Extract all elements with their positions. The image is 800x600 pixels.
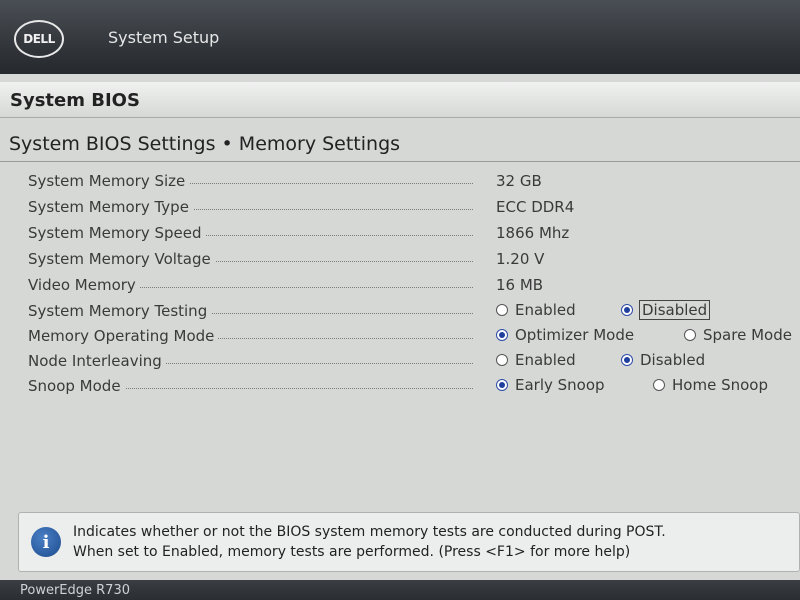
setting-value: 1866 Mhz [496, 224, 570, 242]
option-label: Early Snoop [515, 376, 605, 394]
operating-mode-optimizer-radio[interactable]: Optimizer Mode [496, 326, 634, 344]
app-title: System Setup [108, 28, 220, 47]
option-label: Disabled [638, 300, 711, 320]
setting-label: Video Memory [28, 276, 140, 294]
option-label: Disabled [640, 351, 706, 369]
memory-testing-disabled-radio[interactable]: Disabled [621, 300, 711, 320]
section-title: System BIOS [10, 90, 140, 111]
setting-label: Memory Operating Mode [28, 327, 219, 345]
operating-mode-spare-radio[interactable]: Spare Mode [684, 326, 792, 344]
dell-logo: DELL [14, 20, 64, 58]
setting-row-memory-size: System Memory Size 32 GB [28, 170, 800, 192]
settings-list: System Memory Size 32 GB System Memory T… [0, 168, 800, 498]
radio-selected-icon [621, 304, 633, 316]
setting-label: Node Interleaving [28, 352, 166, 370]
radio-unselected-icon [684, 329, 696, 341]
setting-label: System Memory Type [28, 198, 193, 216]
setting-value: 32 GB [496, 172, 542, 190]
setting-row-memory-speed: System Memory Speed 1866 Mhz [28, 222, 800, 244]
page-title: System BIOS Settings • Memory Settings [9, 133, 401, 155]
radio-selected-icon [621, 354, 633, 366]
info-icon: i [31, 527, 61, 557]
option-label: Enabled [515, 301, 576, 319]
footer-bar: PowerEdge R730 [0, 580, 800, 600]
option-label: Home Snoop [672, 376, 768, 394]
radio-selected-icon [496, 379, 508, 391]
page-header: System BIOS Settings • Memory Settings [0, 124, 800, 162]
help-line-1: Indicates whether or not the BIOS system… [73, 524, 666, 540]
help-panel: i Indicates whether or not the BIOS syst… [18, 512, 800, 572]
setting-row-snoop-mode: Snoop Mode Early Snoop Home Snoop [28, 375, 800, 397]
setting-row-memory-voltage: System Memory Voltage 1.20 V [28, 248, 800, 270]
setting-value: 16 MB [496, 276, 544, 294]
help-line-2: When set to Enabled, memory tests are pe… [73, 544, 631, 560]
setting-label: System Memory Speed [28, 224, 206, 242]
setting-label: System Memory Voltage [28, 250, 215, 268]
setting-value: ECC DDR4 [496, 198, 575, 216]
setting-label: System Memory Size [28, 172, 190, 190]
snoop-mode-early-radio[interactable]: Early Snoop [496, 376, 605, 394]
node-interleaving-enabled-radio[interactable]: Enabled [496, 351, 576, 369]
option-label: Enabled [515, 351, 576, 369]
setting-value: 1.20 V [496, 250, 545, 268]
setting-label: Snoop Mode [28, 377, 125, 395]
radio-unselected-icon [496, 304, 508, 316]
setting-label: System Memory Testing [28, 302, 212, 320]
section-bar: System BIOS [0, 82, 800, 118]
model-name: PowerEdge R730 [20, 583, 130, 598]
snoop-mode-home-radio[interactable]: Home Snoop [653, 376, 768, 394]
setting-row-node-interleaving: Node Interleaving Enabled Disabled [28, 350, 800, 372]
setting-row-video-memory: Video Memory 16 MB [28, 274, 800, 296]
option-label: Spare Mode [703, 326, 792, 344]
setting-row-memory-type: System Memory Type ECC DDR4 [28, 196, 800, 218]
option-label: Optimizer Mode [515, 326, 635, 344]
memory-testing-enabled-radio[interactable]: Enabled [496, 301, 576, 319]
radio-selected-icon [496, 329, 508, 341]
radio-unselected-icon [653, 379, 665, 391]
radio-unselected-icon [496, 354, 508, 366]
setting-row-operating-mode: Memory Operating Mode Optimizer Mode Spa… [28, 325, 800, 347]
help-text: Indicates whether or not the BIOS system… [73, 522, 666, 562]
node-interleaving-disabled-radio[interactable]: Disabled [621, 351, 705, 369]
top-bar: DELL System Setup [0, 0, 800, 74]
setting-row-memory-testing: System Memory Testing Enabled Disabled [28, 300, 800, 322]
